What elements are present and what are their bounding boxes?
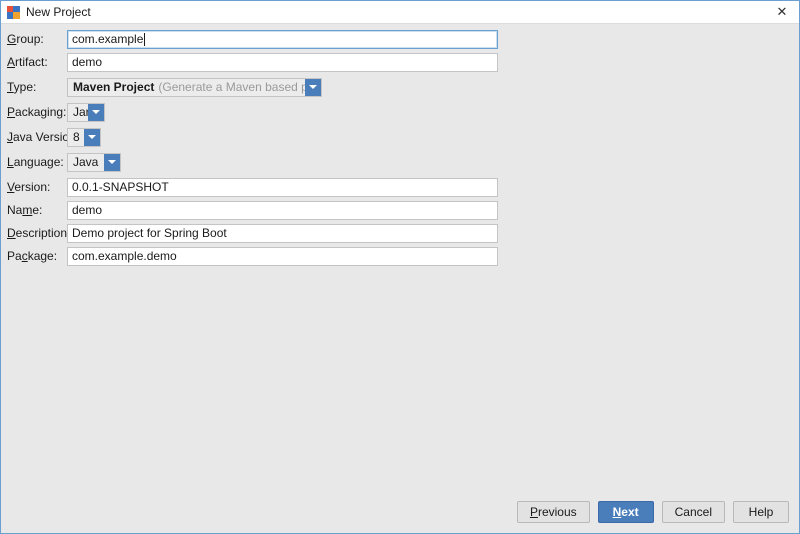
label-package: Package:: [7, 249, 67, 263]
form-row-description: Description: Demo project for Spring Boo…: [1, 222, 799, 244]
window-title: New Project: [26, 1, 91, 23]
artifact-input[interactable]: demo: [67, 53, 498, 72]
chevron-down-icon[interactable]: [104, 154, 120, 171]
close-icon[interactable]: ✕: [765, 1, 799, 22]
form-row-packaging: Packaging: Jar: [1, 101, 799, 123]
label-type: Type:: [7, 80, 67, 94]
label-artifact: Artifact:: [7, 55, 67, 69]
description-input-value: Demo project for Spring Boot: [72, 225, 227, 242]
project-icon: [7, 6, 20, 19]
form-row-type: Type: Maven Project (Generate a Maven ba…: [1, 76, 799, 98]
group-input-value: com.example: [72, 31, 143, 48]
form-row-name: Name: demo: [1, 199, 799, 221]
java-version-combobox[interactable]: 8: [67, 128, 101, 147]
chevron-down-icon[interactable]: [84, 129, 100, 146]
label-name: Name:: [7, 203, 67, 217]
form-row-group: Group: com.example: [1, 28, 799, 50]
chevron-down-icon[interactable]: [305, 79, 321, 96]
type-combobox-value: Maven Project (Generate a Maven based pr…: [68, 79, 305, 96]
title-bar: New Project ✕: [1, 1, 799, 24]
java-version-combobox-value: 8: [68, 129, 84, 146]
form-row-language: Language: Java: [1, 151, 799, 173]
label-java-version: Java Version:: [7, 130, 67, 144]
type-value-hint: (Generate a Maven based project archive): [158, 80, 305, 94]
next-button[interactable]: Next: [598, 501, 654, 523]
label-packaging: Packaging:: [7, 105, 67, 119]
group-input[interactable]: com.example: [67, 30, 498, 49]
text-caret: [144, 33, 145, 46]
packaging-combobox-value: Jar: [68, 104, 88, 121]
chevron-down-icon[interactable]: [88, 104, 104, 121]
package-input[interactable]: com.example.demo: [67, 247, 498, 266]
previous-button[interactable]: Previous: [517, 501, 590, 523]
dialog-button-bar: Previous Next Cancel Help: [1, 491, 799, 533]
form-row-package: Package: com.example.demo: [1, 245, 799, 267]
name-input[interactable]: demo: [67, 201, 498, 220]
dialog-body: Group: com.example Artifact: demo Type: …: [1, 24, 799, 533]
artifact-input-value: demo: [72, 54, 102, 71]
language-combobox-value: Java: [68, 154, 104, 171]
label-language: Language:: [7, 155, 67, 169]
label-description: Description:: [7, 226, 67, 240]
package-input-value: com.example.demo: [72, 248, 177, 265]
version-input-value: 0.0.1-SNAPSHOT: [72, 179, 169, 196]
cancel-button[interactable]: Cancel: [662, 501, 725, 523]
form-row-version: Version: 0.0.1-SNAPSHOT: [1, 176, 799, 198]
project-form: Group: com.example Artifact: demo Type: …: [1, 28, 799, 268]
type-value-text: Maven Project: [73, 80, 154, 94]
version-input[interactable]: 0.0.1-SNAPSHOT: [67, 178, 498, 197]
new-project-dialog: New Project ✕ Group: com.example Artifac…: [0, 0, 800, 534]
description-input[interactable]: Demo project for Spring Boot: [67, 224, 498, 243]
label-version: Version:: [7, 180, 67, 194]
packaging-combobox[interactable]: Jar: [67, 103, 105, 122]
help-button[interactable]: Help: [733, 501, 789, 523]
name-input-value: demo: [72, 202, 102, 219]
form-row-java-version: Java Version: 8: [1, 126, 799, 148]
type-combobox[interactable]: Maven Project (Generate a Maven based pr…: [67, 78, 322, 97]
form-row-artifact: Artifact: demo: [1, 51, 799, 73]
label-group: Group:: [7, 32, 67, 46]
language-combobox[interactable]: Java: [67, 153, 121, 172]
